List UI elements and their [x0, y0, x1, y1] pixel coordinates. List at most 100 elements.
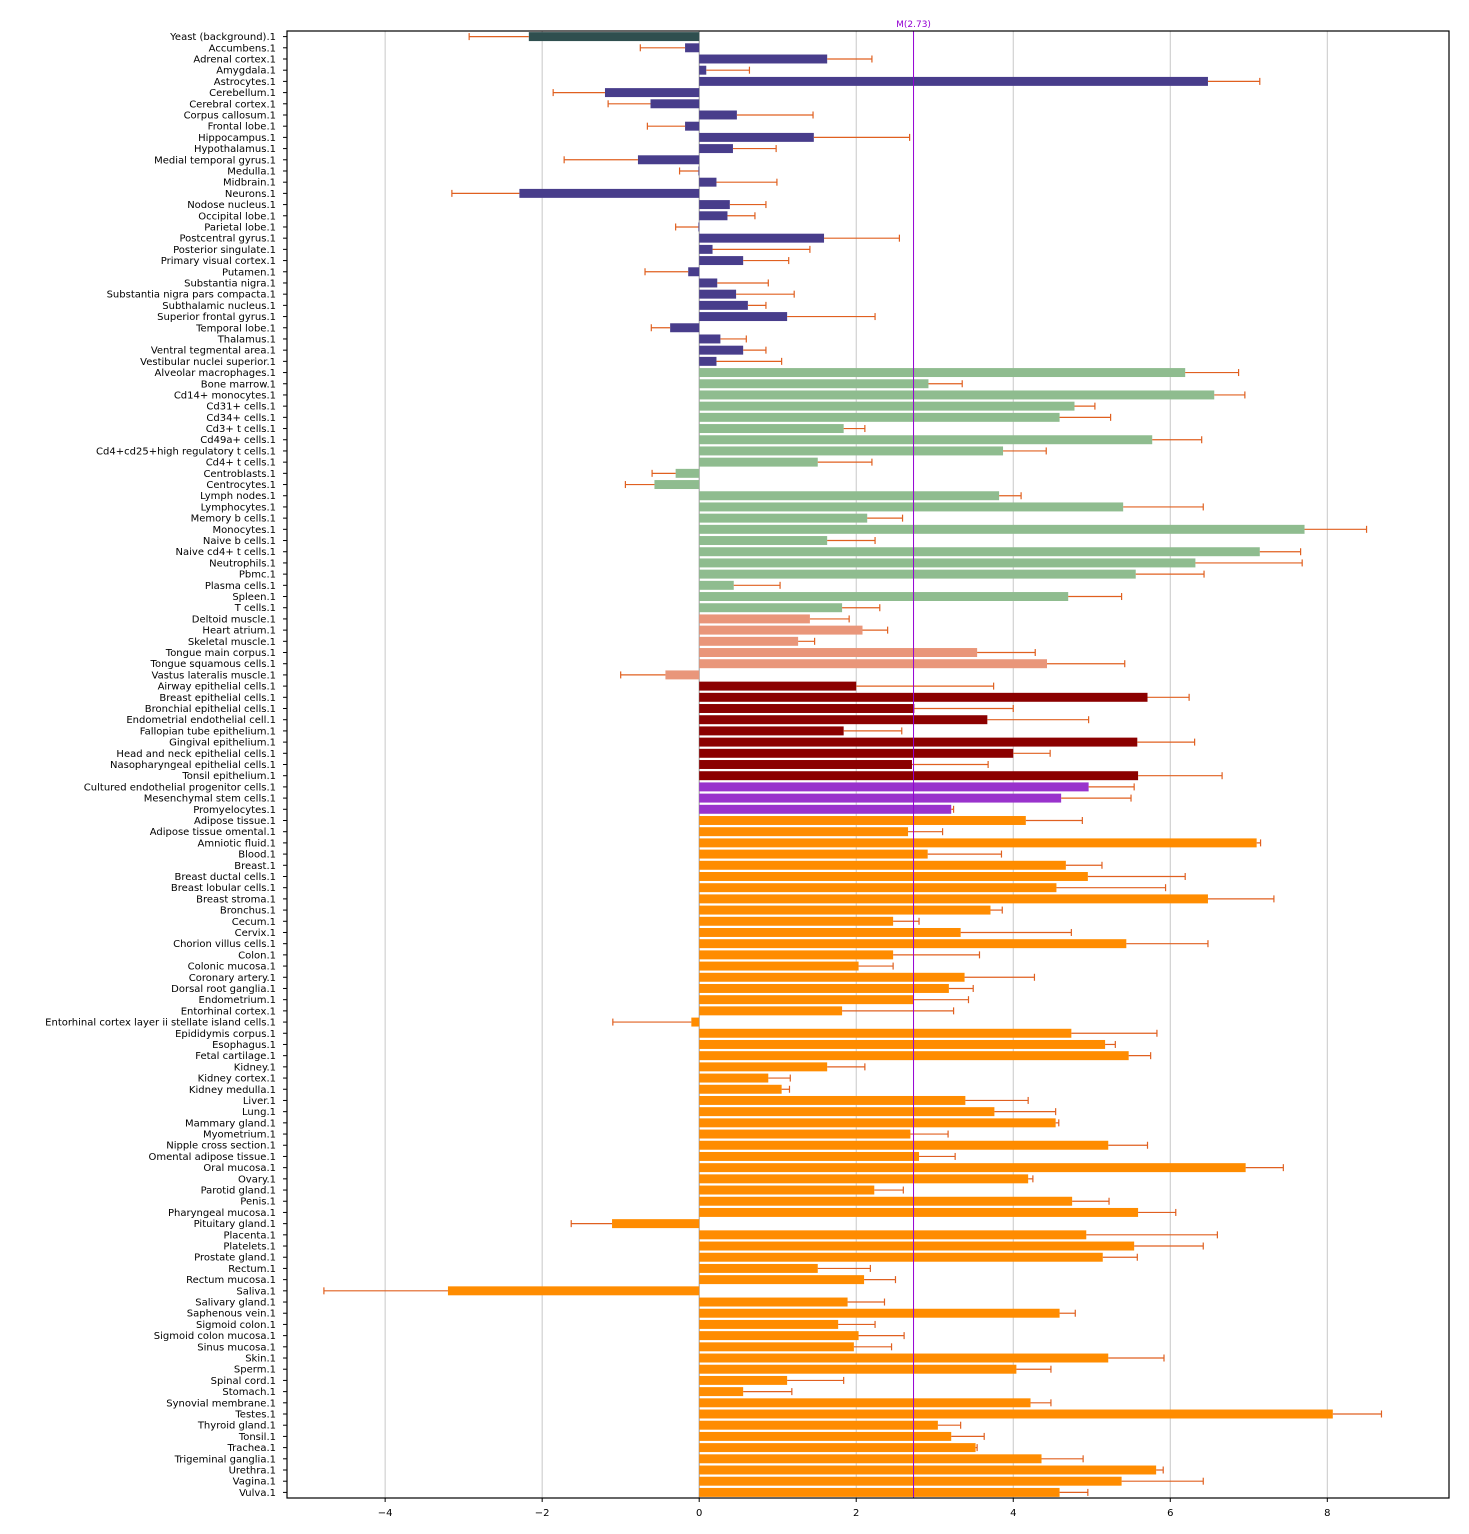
y-tick-label: Endometrium.1: [199, 995, 276, 1006]
bar: [699, 1353, 1109, 1363]
y-tick-label: Myometrium.1: [203, 1130, 276, 1141]
bar: [699, 76, 1208, 86]
y-tick-label: Hypothalamus.1: [194, 144, 276, 155]
y-tick-label: Trigeminal ganglia.1: [174, 1454, 276, 1465]
bar: [699, 110, 737, 120]
y-tick-label: Sigmoid colon.1: [196, 1320, 276, 1331]
bar: [699, 256, 744, 266]
y-tick-label: Testes.1: [234, 1410, 276, 1421]
y-tick-label: Sperm.1: [234, 1365, 276, 1376]
bar: [685, 43, 700, 53]
y-tick-label: Cerebellum.1: [209, 88, 276, 99]
y-tick-label: Thyroid gland.1: [197, 1421, 276, 1432]
y-tick-label: Cd3+ t cells.1: [206, 424, 276, 435]
bar: [699, 1487, 1060, 1497]
y-tick-label: Cd4+cd25+high regulatory t cells.1: [96, 446, 276, 457]
y-tick-label: Omental adipose tissue.1: [148, 1152, 276, 1163]
bar: [699, 368, 1186, 378]
x-axis: −4 −2 0 2 4 6 8: [378, 1498, 1330, 1519]
y-tick-label: Midbrain.1: [223, 178, 276, 189]
bar: [699, 1252, 1103, 1262]
bar: [699, 1039, 1106, 1049]
bar: [699, 1028, 1072, 1038]
bar: [699, 1095, 966, 1105]
bar: [699, 603, 843, 613]
bar: [699, 1107, 995, 1117]
y-tick-label: Adrenal cortex.1: [193, 54, 276, 65]
bar: [699, 1241, 1135, 1251]
bar: [447, 1286, 700, 1296]
bar: [699, 894, 1208, 904]
y-tick-label: Adipose tissue omental.1: [150, 827, 276, 838]
y-tick-label: Breast ductal cells.1: [175, 872, 277, 883]
bar: [688, 267, 700, 277]
bar: [699, 1174, 1029, 1184]
y-tick-label: Medulla.1: [227, 166, 276, 177]
y-tick-label: Cecum.1: [232, 917, 276, 928]
y-tick-label: Sinus mucosa.1: [197, 1342, 276, 1353]
y-tick-label: Mammary gland.1: [185, 1118, 276, 1129]
bar: [699, 1230, 1087, 1240]
y-tick-label: Monocytes.1: [213, 525, 276, 536]
bar: [699, 1465, 1157, 1475]
y-tick-label: Gingival epithelium.1: [169, 738, 276, 749]
bar: [699, 244, 713, 254]
y-tick-label: Endometrial endothelial cell.1: [126, 715, 276, 726]
bar: [699, 592, 1069, 602]
y-tick-label: Penis.1: [240, 1197, 276, 1208]
x-tick-label: −2: [535, 1508, 550, 1519]
y-tick-label: Breast.1: [234, 861, 276, 872]
y-tick-label: Airway epithelial cells.1: [158, 682, 276, 693]
bar: [699, 1375, 788, 1385]
bar: [699, 144, 733, 154]
bar: [637, 155, 700, 165]
bar: [699, 446, 1004, 456]
y-tick-label: Cervix.1: [235, 928, 276, 939]
y-tick-label: Centrocytes.1: [206, 480, 276, 491]
bar: [699, 983, 949, 993]
bar: [699, 625, 863, 635]
y-tick-label: Cultured endothelial progenitor cells.1: [84, 782, 276, 793]
bar: [699, 950, 894, 960]
y-tick-label: Mesenchymal stem cells.1: [144, 794, 276, 805]
y-tick-label: Lymphocytes.1: [201, 502, 276, 513]
bar: [699, 278, 718, 288]
y-tick-label: Vastus lateralis muscle.1: [152, 670, 276, 681]
y-tick-label: Chorion villus cells.1: [173, 939, 276, 950]
y-tick-label: Substantia nigra pars compacta.1: [107, 290, 276, 301]
y-tick-label: Nasopharyngeal epithelial cells.1: [110, 760, 276, 771]
bar: [699, 502, 1124, 512]
y-tick-label: Blood.1: [238, 850, 276, 861]
bar: [699, 132, 814, 142]
bar: [699, 748, 1014, 758]
y-tick-label: Dorsal root ganglia.1: [171, 984, 276, 995]
y-tick-label: Parietal lobe.1: [204, 222, 276, 233]
y-tick-label: Entorhinal cortex layer ii stellate isla…: [45, 1018, 276, 1029]
y-tick-label: Trachea.1: [226, 1443, 276, 1454]
bar: [699, 995, 914, 1005]
bar: [699, 1409, 1333, 1419]
y-tick-label: Centroblasts.1: [203, 469, 276, 480]
y-tick-label: Superior frontal gyrus.1: [157, 312, 276, 323]
y-tick-label: Temporal lobe.1: [195, 323, 276, 334]
y-tick-label: Deltoid muscle.1: [192, 614, 276, 625]
y-tick-label: Memory b cells.1: [191, 514, 276, 525]
y-tick-label: Sigmoid colon mucosa.1: [154, 1331, 276, 1342]
y-tick-label: Cd49a+ cells.1: [200, 435, 276, 446]
bar: [519, 188, 700, 198]
y-tick-label: Amniotic fluid.1: [198, 838, 277, 849]
bar: [699, 860, 1066, 870]
bar: [699, 558, 1196, 568]
bar: [699, 872, 1088, 881]
y-tick-label: Medial temporal gyrus.1: [154, 155, 276, 166]
mean-reference-label: M(2.73): [896, 20, 931, 30]
y-tick-label: Promyelocytes.1: [193, 805, 276, 816]
y-tick-label: Breast stroma.1: [196, 894, 276, 905]
y-tick-label: Pharyngeal mucosa.1: [168, 1208, 276, 1219]
y-tick-label: Plasma cells.1: [205, 581, 276, 592]
bar: [699, 972, 965, 982]
bar: [685, 121, 700, 131]
bar: [699, 457, 818, 467]
bar: [699, 1331, 859, 1341]
y-tick-label: Fallopian tube epithelium.1: [140, 726, 276, 737]
